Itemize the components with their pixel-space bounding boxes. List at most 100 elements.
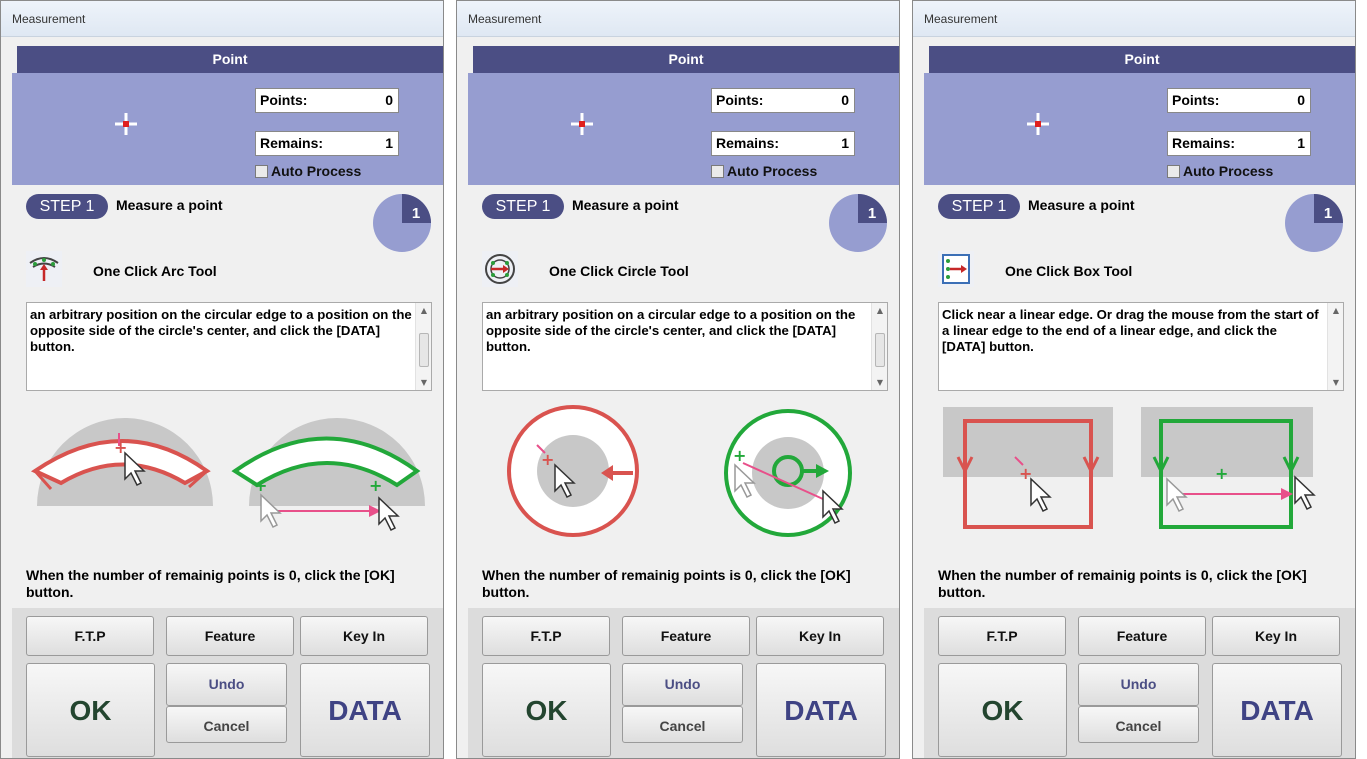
remains-field: Remains: 1 xyxy=(1167,131,1311,156)
description-text: an arbitrary position on a circular edge… xyxy=(486,307,856,354)
description-box[interactable]: an arbitrary position on a circular edge… xyxy=(482,302,888,391)
scroll-up-icon[interactable]: ▲ xyxy=(416,306,432,315)
tool-name: One Click Box Tool xyxy=(1005,263,1133,279)
key-in-button[interactable]: Key In xyxy=(1212,616,1340,656)
step-progress-pie-icon: 1 xyxy=(829,194,887,252)
remains-label: Remains: xyxy=(260,135,324,151)
key-in-button[interactable]: Key In xyxy=(756,616,884,656)
points-field: Points: 0 xyxy=(255,88,399,113)
scroll-down-icon[interactable]: ▼ xyxy=(872,378,888,387)
ok-button[interactable]: OK xyxy=(482,663,611,757)
svg-text:+: + xyxy=(733,446,746,465)
point-crosshair-icon xyxy=(115,113,137,135)
data-button[interactable]: DATA xyxy=(1212,663,1342,757)
points-field: Points: 0 xyxy=(1167,88,1311,113)
scroll-up-icon[interactable]: ▲ xyxy=(1328,306,1344,315)
svg-text:+: + xyxy=(369,476,382,495)
remains-field: Remains: 1 xyxy=(255,131,399,156)
ftp-button[interactable]: F.T.P xyxy=(482,616,610,656)
feature-button[interactable]: Feature xyxy=(1078,616,1206,656)
description-text: an arbitrary position on the circular ed… xyxy=(30,307,412,354)
undo-button[interactable]: Undo xyxy=(1078,663,1199,706)
description-scrollbar[interactable]: ▲ ▼ xyxy=(1327,303,1343,390)
status-area: Points: 0 Remains: 1 Auto Process xyxy=(924,73,1355,185)
svg-text:+: + xyxy=(254,476,267,495)
tool-name: One Click Arc Tool xyxy=(93,263,217,279)
step-badge: STEP 1 xyxy=(26,194,108,219)
window-titlebar[interactable]: Measurement xyxy=(913,1,1355,37)
circle-illustration: + + xyxy=(507,405,852,537)
data-button[interactable]: DATA xyxy=(756,663,886,757)
feature-button[interactable]: Feature xyxy=(622,616,750,656)
checkbox-box[interactable] xyxy=(711,165,724,178)
measurement-panel-circle: Measurement Point Points: 0 Remains: 1 Aut… xyxy=(456,0,900,759)
ftp-button[interactable]: F.T.P xyxy=(938,616,1066,656)
auto-process-label: Auto Process xyxy=(727,163,818,179)
remains-label: Remains: xyxy=(716,135,780,151)
remains-label: Remains: xyxy=(1172,135,1236,151)
step-number: 1 xyxy=(1324,205,1332,222)
cancel-button[interactable]: Cancel xyxy=(622,706,743,743)
scroll-thumb[interactable] xyxy=(875,333,885,367)
step-progress-pie-icon: 1 xyxy=(373,194,431,252)
undo-button[interactable]: Undo xyxy=(622,663,743,706)
step-progress-pie-icon: 1 xyxy=(1285,194,1343,252)
auto-process-checkbox[interactable]: Auto Process xyxy=(255,163,361,181)
point-crosshair-icon xyxy=(1027,113,1049,135)
description-box[interactable]: Click near a linear edge. Or drag the mo… xyxy=(938,302,1344,391)
box-illustration: + + xyxy=(943,407,1316,529)
arc-tool-icon xyxy=(26,251,62,287)
remains-field: Remains: 1 xyxy=(711,131,855,156)
button-area: F.T.P Feature Key In OK Undo Cancel DATA xyxy=(924,608,1355,758)
tool-name: One Click Circle Tool xyxy=(549,263,689,279)
auto-process-label: Auto Process xyxy=(271,163,362,179)
key-in-button[interactable]: Key In xyxy=(300,616,428,656)
cancel-button[interactable]: Cancel xyxy=(166,706,287,743)
button-area: F.T.P Feature Key In OK Undo Cancel DATA xyxy=(12,608,443,758)
scroll-thumb[interactable] xyxy=(419,333,429,367)
cancel-button[interactable]: Cancel xyxy=(1078,706,1199,743)
remains-value: 1 xyxy=(841,135,849,151)
auto-process-checkbox[interactable]: Auto Process xyxy=(711,163,817,181)
svg-text:+: + xyxy=(541,450,554,469)
ftp-button[interactable]: F.T.P xyxy=(26,616,154,656)
remains-value: 1 xyxy=(1297,135,1305,151)
ok-button[interactable]: OK xyxy=(938,663,1067,757)
description-text: Click near a linear edge. Or drag the mo… xyxy=(942,307,1319,354)
scroll-down-icon[interactable]: ▼ xyxy=(1328,378,1344,387)
mode-header: Point xyxy=(17,46,443,73)
description-scrollbar[interactable]: ▲ ▼ xyxy=(415,303,431,390)
measurement-panel-box: Measurement Point Points: 0 Remains: 1 Aut… xyxy=(912,0,1356,759)
instruction-footer: When the number of remainig points is 0,… xyxy=(482,567,851,600)
ok-button[interactable]: OK xyxy=(26,663,155,757)
window-titlebar[interactable]: Measurement xyxy=(1,1,443,37)
points-label: Points: xyxy=(1172,92,1220,108)
remains-value: 1 xyxy=(385,135,393,151)
auto-process-checkbox[interactable]: Auto Process xyxy=(1167,163,1273,181)
instruction-footer: When the number of remainig points is 0,… xyxy=(26,567,395,600)
box-tool-icon xyxy=(938,251,974,287)
button-area: F.T.P Feature Key In OK Undo Cancel DATA xyxy=(468,608,899,758)
checkbox-box[interactable] xyxy=(1167,165,1180,178)
window-titlebar[interactable]: Measurement xyxy=(457,1,899,37)
mode-header: Point xyxy=(929,46,1355,73)
points-value: 0 xyxy=(1297,92,1305,108)
step-number: 1 xyxy=(868,205,876,222)
status-area: Points: 0 Remains: 1 Auto Process xyxy=(468,73,899,185)
step-number: 1 xyxy=(412,205,420,222)
window-title: Measurement xyxy=(924,12,998,26)
undo-button[interactable]: Undo xyxy=(166,663,287,706)
data-button[interactable]: DATA xyxy=(300,663,430,757)
step-badge: STEP 1 xyxy=(938,194,1020,219)
scroll-up-icon[interactable]: ▲ xyxy=(872,306,888,315)
points-value: 0 xyxy=(385,92,393,108)
description-box[interactable]: an arbitrary position on the circular ed… xyxy=(26,302,432,391)
scroll-down-icon[interactable]: ▼ xyxy=(416,378,432,387)
window-title: Measurement xyxy=(468,12,542,26)
description-scrollbar[interactable]: ▲ ▼ xyxy=(871,303,887,390)
feature-button[interactable]: Feature xyxy=(166,616,294,656)
svg-text:+: + xyxy=(1215,464,1228,483)
arc-illustration: + + + xyxy=(30,418,425,532)
status-area: Points: 0 Remains: 1 Auto Process xyxy=(12,73,443,185)
checkbox-box[interactable] xyxy=(255,165,268,178)
